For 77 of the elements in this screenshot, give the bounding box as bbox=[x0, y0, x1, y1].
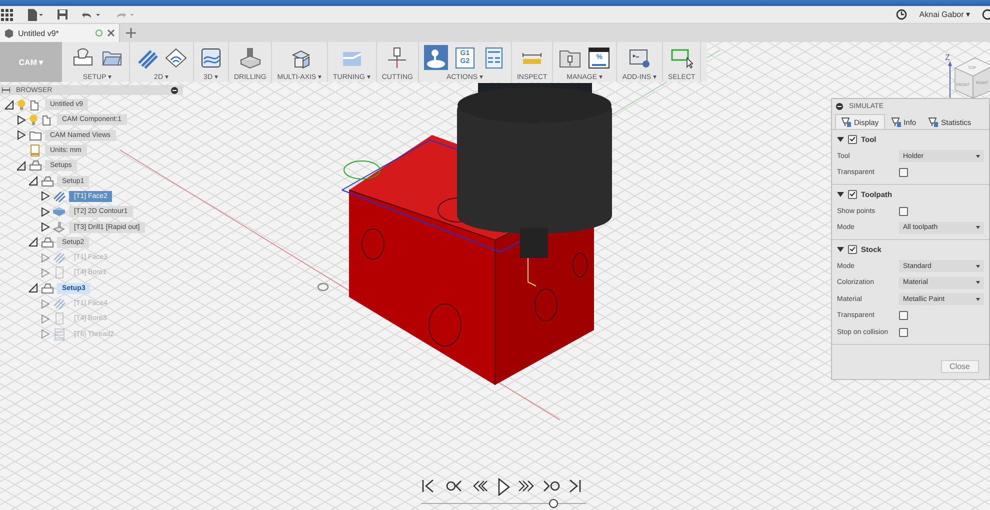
funnel-icon bbox=[928, 117, 938, 127]
section-checkbox[interactable] bbox=[848, 190, 857, 199]
apps-grid-icon[interactable] bbox=[1, 8, 13, 20]
new-tab-icon[interactable] bbox=[126, 28, 136, 38]
contour-toolpath-icon bbox=[53, 205, 66, 218]
collapsed-arrow-icon[interactable] bbox=[41, 206, 50, 217]
sheet-icon bbox=[482, 46, 505, 68]
collapsed-arrow-icon[interactable] bbox=[41, 222, 50, 232]
section-checkbox[interactable] bbox=[848, 135, 857, 144]
face-toolpath-icon bbox=[53, 251, 66, 264]
setup-tray-icon bbox=[41, 174, 54, 188]
document-tab[interactable]: Untitled v9* bbox=[0, 24, 120, 42]
funnel-icon bbox=[890, 117, 901, 127]
bore-toolpath-icon bbox=[53, 266, 66, 280]
clock-icon[interactable] bbox=[896, 9, 908, 20]
bore-toolpath-icon bbox=[53, 312, 66, 326]
document-title: Untitled v9* bbox=[18, 28, 60, 38]
expanded-arrow-icon[interactable] bbox=[29, 176, 38, 186]
folder-icon bbox=[29, 128, 42, 142]
collapse-icon[interactable] bbox=[2, 87, 10, 93]
checkbox[interactable] bbox=[899, 311, 908, 320]
window-icon bbox=[588, 46, 610, 68]
face-toolpath-icon bbox=[53, 297, 66, 310]
expanded-arrow-icon[interactable] bbox=[837, 191, 844, 198]
z-axis-arrow bbox=[948, 61, 952, 100]
collapsed-arrow-icon[interactable] bbox=[41, 191, 50, 202]
close-button[interactable]: Close bbox=[940, 360, 979, 373]
face-toolpath-icon bbox=[53, 190, 66, 203]
axis-label: Z bbox=[945, 53, 950, 62]
cube-icon bbox=[4, 28, 14, 38]
collapsed-arrow-icon[interactable] bbox=[17, 130, 26, 140]
file-menu-icon[interactable] bbox=[27, 8, 43, 20]
joystick-icon bbox=[424, 46, 447, 68]
caret-icon bbox=[976, 226, 980, 230]
expanded-arrow-icon[interactable] bbox=[29, 237, 38, 248]
funnel-icon bbox=[841, 117, 851, 127]
help-icon[interactable] bbox=[982, 9, 990, 20]
script-gear-icon bbox=[628, 46, 651, 68]
close-icon[interactable] bbox=[107, 29, 115, 37]
joystick-tool-button[interactable] bbox=[424, 45, 448, 70]
play-button[interactable] bbox=[496, 478, 510, 496]
surface-icon bbox=[200, 46, 222, 68]
ruler-document-icon bbox=[29, 144, 42, 158]
expanded-arrow-icon[interactable] bbox=[17, 160, 26, 171]
setup-tray-icon bbox=[41, 282, 54, 295]
expanded-arrow-icon[interactable] bbox=[837, 136, 844, 143]
caret-icon bbox=[976, 281, 980, 284]
user-menu[interactable]: Aknai Gabor ▾ bbox=[919, 10, 970, 19]
thread-toolpath-icon bbox=[53, 328, 66, 341]
collapsed-arrow-icon[interactable] bbox=[17, 114, 26, 125]
minimize-icon[interactable] bbox=[836, 103, 843, 110]
drill-toolpath-icon bbox=[53, 220, 66, 234]
setup-tray-icon bbox=[41, 236, 54, 249]
checkbox[interactable] bbox=[899, 328, 908, 337]
code-document-icon bbox=[454, 46, 476, 68]
status-ring-icon bbox=[95, 29, 103, 37]
drill-tool-button[interactable] bbox=[238, 45, 262, 70]
origin-marker-icon bbox=[317, 282, 329, 292]
checkbox[interactable] bbox=[899, 206, 908, 216]
expanded-arrow-icon[interactable] bbox=[5, 100, 14, 110]
save-icon[interactable] bbox=[57, 9, 68, 20]
slider-thumb[interactable] bbox=[548, 499, 558, 508]
setup-tray-icon bbox=[29, 159, 42, 172]
caret-icon bbox=[976, 154, 980, 158]
caret-icon bbox=[976, 264, 980, 268]
tray-icon bbox=[72, 46, 94, 68]
expanded-arrow-icon[interactable] bbox=[29, 283, 38, 294]
timeline-slider[interactable] bbox=[420, 499, 586, 508]
drill-icon bbox=[239, 46, 262, 68]
section-checkbox[interactable] bbox=[848, 245, 857, 254]
selection-box-icon bbox=[670, 46, 693, 68]
expanded-arrow-icon[interactable] bbox=[837, 246, 844, 253]
cutting-icon bbox=[386, 46, 408, 68]
checkbox[interactable] bbox=[899, 168, 908, 178]
contour-icon bbox=[165, 46, 187, 68]
caret-icon bbox=[976, 298, 980, 301]
minimize-icon[interactable] bbox=[171, 86, 178, 94]
